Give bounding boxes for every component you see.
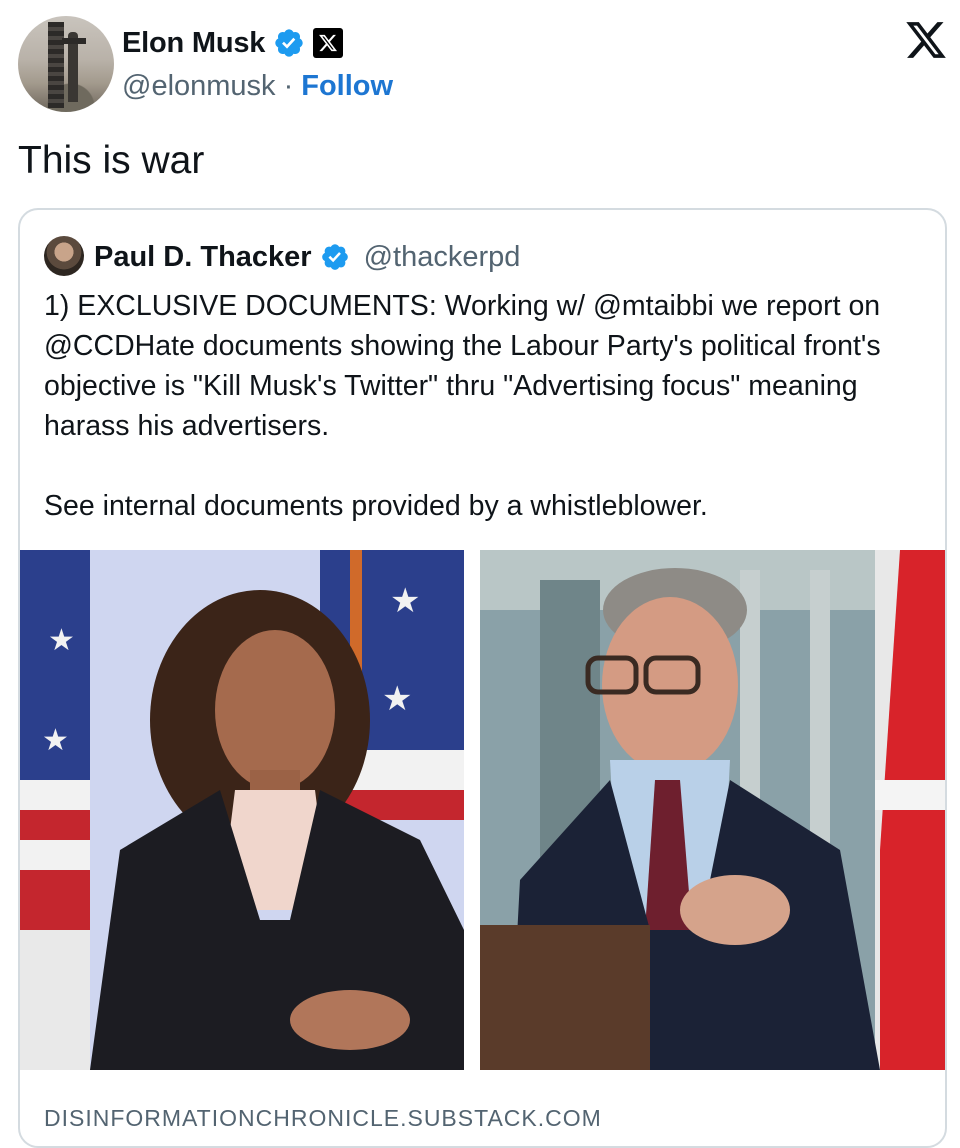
x-logo-icon[interactable]	[903, 18, 949, 62]
link-domain[interactable]: DISINFORMATIONCHRONICLE.SUBSTACK.COM	[44, 1105, 602, 1132]
x-affiliation-icon[interactable]	[313, 28, 344, 58]
quoted-author-name[interactable]: Paul D. Thacker	[94, 241, 312, 274]
author-avatar[interactable]	[18, 16, 114, 112]
svg-text:★: ★	[390, 581, 420, 621]
follow-button[interactable]: Follow	[301, 70, 393, 103]
author-handle-row: @elonmusk · Follow	[122, 66, 393, 106]
quoted-author-row: Paul D. Thacker @thackerpd	[94, 236, 520, 278]
svg-text:★: ★	[42, 723, 69, 758]
quoted-tweet-paragraph-2: See internal documents provided by a whi…	[44, 490, 708, 522]
verified-badge-icon	[275, 29, 303, 57]
tweet-text: This is war	[18, 139, 205, 182]
quoted-tweet-card[interactable]: Paul D. Thacker @thackerpd 1) EXCLUSIVE …	[18, 208, 947, 1148]
author-name[interactable]: Elon Musk	[122, 27, 265, 60]
svg-text:★: ★	[48, 623, 75, 658]
link-card-image[interactable]: ★ ★ ★ ★	[20, 550, 945, 1070]
photo-left: ★ ★ ★ ★	[20, 550, 464, 1070]
svg-text:★: ★	[382, 679, 412, 719]
author-handle[interactable]: @elonmusk	[122, 70, 276, 103]
separator-dot: ·	[283, 69, 294, 102]
quoted-author-handle[interactable]: @thackerpd	[364, 241, 521, 274]
photo-right	[480, 550, 945, 1070]
verified-badge-icon	[321, 244, 348, 270]
quoted-author-avatar[interactable]	[44, 236, 84, 276]
author-name-row: Elon Musk	[122, 24, 344, 62]
quoted-tweet-paragraph-1: 1) EXCLUSIVE DOCUMENTS: Working w/ @mtai…	[44, 290, 881, 442]
quoted-tweet-text: 1) EXCLUSIVE DOCUMENTS: Working w/ @mtai…	[44, 286, 934, 526]
